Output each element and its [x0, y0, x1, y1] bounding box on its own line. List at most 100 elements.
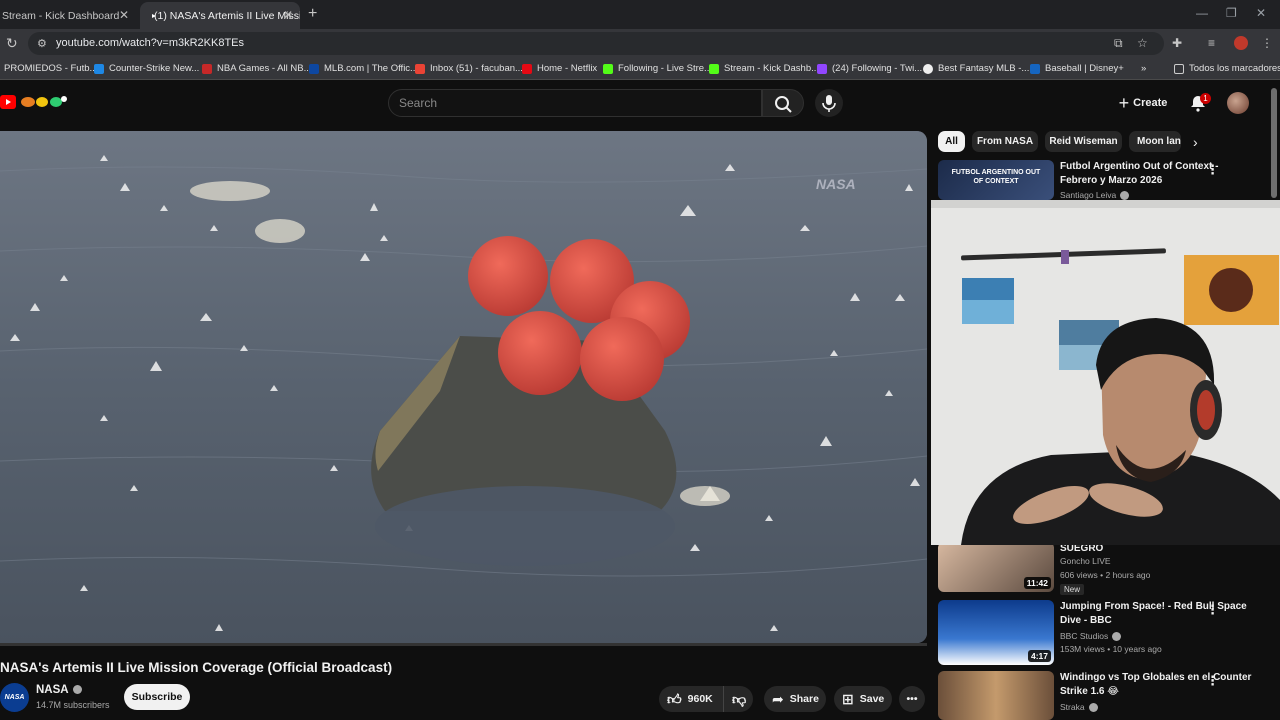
more-vertical-icon[interactable]: ⋮ — [1206, 602, 1219, 618]
like-button[interactable]: 👍︎ 960K — [659, 686, 723, 712]
cast-icon[interactable]: ⧉ — [1114, 36, 1123, 51]
minimize-icon[interactable]: — — [1196, 6, 1208, 20]
bookmarks-overflow-icon[interactable]: » — [1141, 63, 1146, 74]
tab-youtube-artemis[interactable]: (1) NASA's Artemis II Live Missio ✕ — [140, 2, 300, 29]
chevron-right-icon[interactable]: › — [1193, 134, 1198, 150]
bookmark-star-icon[interactable]: ☆ — [1137, 36, 1148, 50]
recommendation-title[interactable]: Windingo vs Top Globales en el Counter S… — [1060, 671, 1255, 699]
channel-name[interactable]: NASA — [36, 684, 69, 696]
doodle-logo-icon[interactable] — [20, 95, 68, 109]
video-thumbnail[interactable]: 4:17 — [938, 600, 1054, 665]
search-button[interactable] — [762, 89, 804, 117]
video-progress-bar[interactable] — [0, 643, 927, 646]
recommendation-meta: 606 views • 2 hours ago — [1060, 570, 1151, 580]
tab-title: Stream - Kick Dashboard — [2, 9, 120, 22]
search-icon — [775, 96, 792, 113]
recommendation-channel[interactable]: BBC Studios — [1060, 631, 1122, 642]
restore-icon[interactable]: ❐ — [1226, 6, 1237, 20]
subscriber-count: 14.7M subscribers — [36, 700, 110, 710]
bookmark-favicon-icon — [202, 63, 212, 74]
like-count: 960K — [687, 693, 713, 705]
more-actions-button[interactable]: ••• — [899, 686, 925, 712]
recommendation-item[interactable]: Windingo vs Top Globales en el Counter S… — [938, 671, 1278, 720]
bookmark-item[interactable]: Stream - Kick Dashb... — [709, 63, 819, 74]
webcam-scene — [931, 200, 1280, 545]
video-thumbnail[interactable] — [938, 671, 1054, 720]
folder-icon — [1174, 63, 1184, 74]
window-close-icon[interactable]: ✕ — [1256, 6, 1266, 20]
chip-moon-landing[interactable]: Moon lan — [1129, 131, 1181, 152]
subscribe-button[interactable]: Subscribe — [124, 684, 190, 710]
bookmark-item[interactable]: MLB.com | The Offic... — [309, 63, 418, 74]
channel-avatar[interactable]: NASA — [0, 683, 29, 712]
user-avatar[interactable] — [1227, 92, 1249, 114]
url-text[interactable]: youtube.com/watch?v=m3kR2KK8TEs — [56, 37, 244, 49]
recommendation-channel[interactable]: Goncho LIVE — [1060, 556, 1111, 566]
close-icon[interactable]: ✕ — [283, 8, 293, 22]
profile-avatar[interactable] — [1234, 36, 1248, 50]
chip-reid-wiseman[interactable]: Reid Wiseman — [1045, 131, 1122, 152]
search-input[interactable] — [399, 96, 739, 110]
recommendation-title[interactable]: Futbol Argentino Out of Context - Febrer… — [1060, 160, 1255, 188]
recommendation-title[interactable]: Jumping From Space! - Red Bull Space Div… — [1060, 600, 1255, 628]
bookmark-item[interactable]: Counter-Strike New... — [94, 63, 199, 74]
share-icon: ➦ — [772, 690, 784, 707]
gmail-icon — [415, 63, 425, 74]
all-bookmarks-folder[interactable]: Todos los marcadores — [1174, 63, 1280, 74]
more-vertical-icon[interactable]: ⋮ — [1206, 673, 1219, 689]
thumbnail-text: FUTBOL ARGENTINO OUT OF CONTEXT — [951, 169, 1041, 185]
video-thumbnail[interactable]: FUTBOL ARGENTINO OUT OF CONTEXT — [938, 160, 1054, 200]
recommendation-meta: 153M views • 10 years ago — [1060, 644, 1162, 654]
close-icon[interactable]: ✕ — [119, 8, 129, 22]
tab-search-icon[interactable]: ≡ — [1208, 36, 1215, 50]
share-button[interactable]: ➦ Share — [764, 686, 826, 712]
tab-title: (1) NASA's Artemis II Live Missio — [154, 9, 300, 22]
extensions-icon[interactable]: ✚ — [1172, 36, 1182, 50]
voice-search-button[interactable] — [815, 89, 843, 117]
twitch-icon — [817, 63, 827, 74]
bookmark-item[interactable]: Home - Netflix — [522, 63, 597, 74]
search-field[interactable] — [388, 89, 762, 117]
browser-tab-bar: Stream - Kick Dashboard ✕ (1) NASA's Art… — [0, 0, 1280, 29]
youtube-logo-icon[interactable] — [0, 95, 16, 109]
bookmark-item[interactable]: Best Fantasy MLB -... — [923, 63, 1029, 74]
bookmark-icon: ⊞ — [842, 690, 854, 707]
more-horizontal-icon: ••• — [906, 693, 918, 705]
more-vertical-icon[interactable]: ⋮ — [1206, 162, 1219, 178]
bookmark-item[interactable]: (24) Following - Twi... — [817, 63, 922, 74]
nasa-watermark: NASA — [816, 176, 856, 192]
video-player[interactable]: NASA — [0, 131, 927, 643]
save-button[interactable]: ⊞ Save — [834, 686, 892, 712]
bookmark-item[interactable]: Inbox (51) - facuban... — [415, 63, 523, 74]
bookmark-item[interactable]: PROMIEDOS - Futb... — [4, 63, 97, 74]
omnibox[interactable]: ⚙ youtube.com/watch?v=m3kR2KK8TEs — [28, 32, 1164, 55]
recommendation-channel[interactable]: Santiago Leiva — [1060, 190, 1130, 201]
video-title: NASA's Artemis II Live Mission Coverage … — [0, 660, 393, 675]
menu-kebab-icon[interactable]: ⋮ — [1261, 36, 1273, 50]
chip-all[interactable]: All — [938, 131, 965, 152]
bookmark-item[interactable]: Following - Live Stre... — [603, 63, 712, 74]
plus-icon: + — [1118, 92, 1130, 113]
thumbs-up-icon: 👍︎ — [667, 690, 682, 707]
dislike-button[interactable]: 👎︎ — [723, 686, 753, 712]
video-duration: 4:17 — [1027, 650, 1051, 662]
video-thumbnail[interactable]: 11:42 — [938, 542, 1054, 592]
kick-icon — [603, 63, 613, 74]
bookmarks-bar: PROMIEDOS - Futb... Counter-Strike New..… — [0, 58, 1280, 80]
new-tab-icon[interactable]: + — [308, 5, 317, 23]
reload-icon[interactable]: ↻ — [6, 35, 18, 52]
streamer-webcam-overlay — [931, 200, 1280, 545]
bookmark-item[interactable]: NBA Games - All NB... — [202, 63, 312, 74]
bookmark-item[interactable]: Baseball | Disney+ — [1030, 63, 1124, 74]
site-info-icon[interactable]: ⚙ — [37, 37, 47, 50]
recommendation-item[interactable]: FUTBOL ARGENTINO OUT OF CONTEXT Futbol A… — [938, 160, 1278, 201]
recommendation-item[interactable]: 4:17 Jumping From Space! - Red Bull Spac… — [938, 600, 1278, 666]
recommendation-item[interactable]: 11:42 SUEGRO Goncho LIVE 606 views • 2 h… — [938, 542, 1278, 598]
recommendation-channel[interactable]: Straka — [1060, 702, 1098, 713]
channel-name-row[interactable]: NASA — [36, 684, 82, 696]
chip-from-nasa[interactable]: From NASA — [972, 131, 1038, 152]
address-bar-row: ↻ ⚙ youtube.com/watch?v=m3kR2KK8TEs ⧉ ☆ … — [0, 29, 1280, 58]
create-button[interactable]: + Create — [1112, 89, 1174, 117]
page-scrollbar[interactable] — [1271, 88, 1277, 198]
tab-kick-dashboard[interactable]: Stream - Kick Dashboard ✕ — [0, 2, 136, 29]
